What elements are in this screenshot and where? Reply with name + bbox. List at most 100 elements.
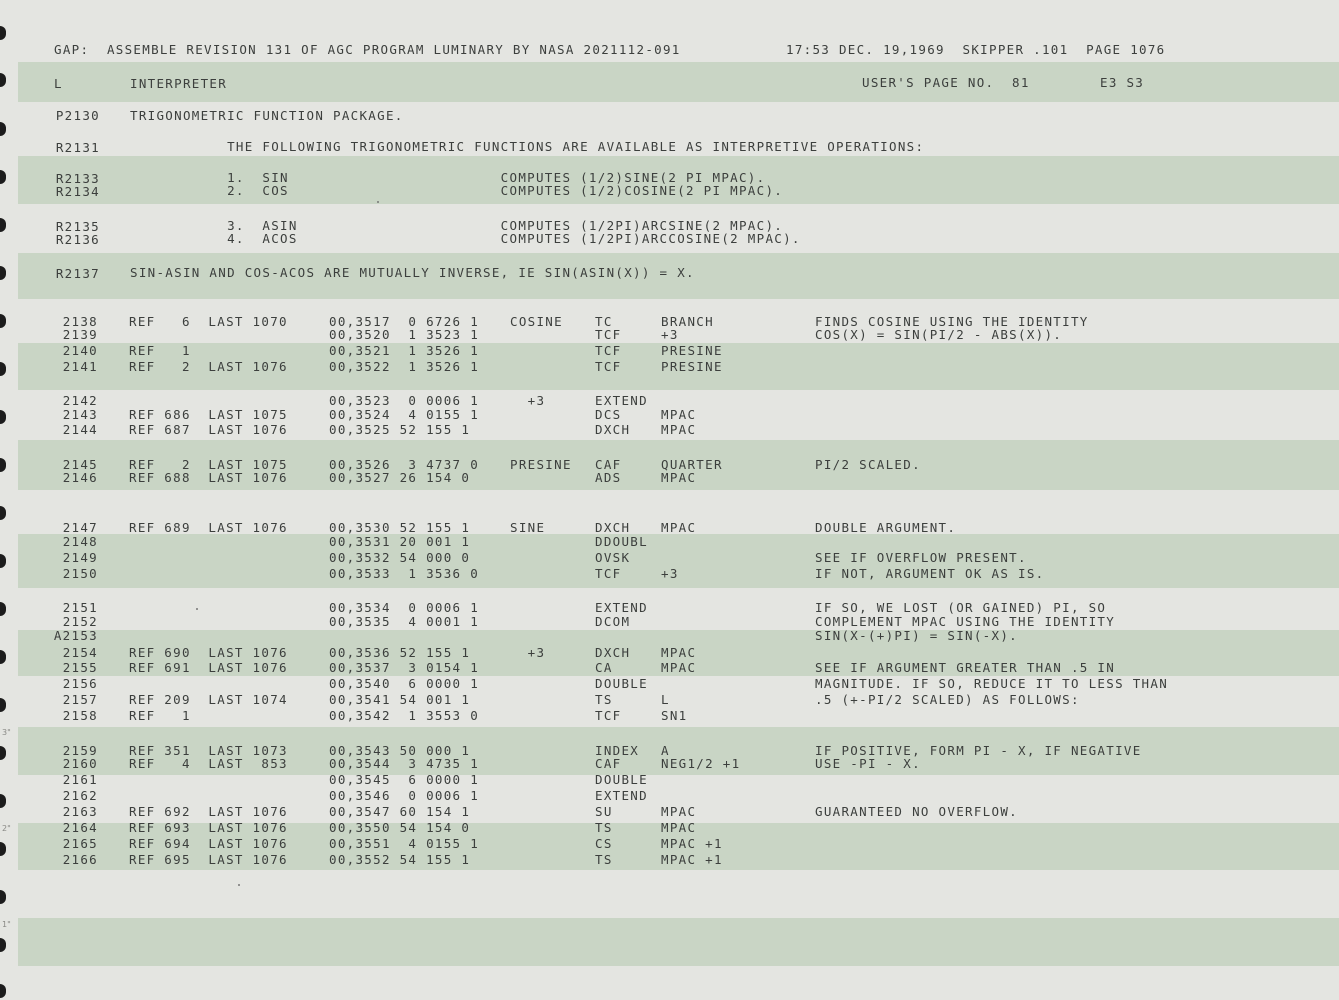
ref-field: REF 2 LAST 1076 [129,359,288,374]
feed-hole [0,73,6,87]
feed-hole [0,650,6,664]
address-field: 00,3534 0 0006 1 [329,600,480,615]
feed-hole [0,842,6,856]
line-number: 2155 [62,660,98,675]
line-number: 2165 [62,836,98,851]
operand-field: MPAC [661,660,697,675]
label-field: PRESINE [510,457,572,472]
smudge-dot [377,201,379,203]
green-bar [18,918,1339,966]
ref-field: REF 6 LAST 1070 [129,314,288,329]
feed-hole [0,362,6,376]
opcode-field: DCS [595,407,622,422]
comment-field: DOUBLE ARGUMENT. [815,520,957,535]
opcode-field: DCOM [595,614,631,629]
feed-hole [0,984,6,998]
opcode-field: DXCH [595,422,631,437]
ref-field: REF 691 LAST 1076 [129,660,288,675]
address-field: 00,3524 4 0155 1 [329,407,480,422]
feed-hole [0,314,6,328]
smudge-dot [238,884,240,886]
line-number: R2134 [55,184,100,199]
header-right: 17:53 DEC. 19,1969 SKIPPER .101 PAGE 107… [786,42,1166,57]
operand-field: MPAC +1 [661,852,723,867]
opcode-field: DDOUBL [595,534,648,549]
address-field: 00,3521 1 3526 1 [329,343,480,358]
opcode-field: TCF [595,708,622,723]
printout-page: 3" 2" 1" GAP: ASSEMBLE REVISION 131 OF A… [0,0,1339,1000]
address-field: 00,3537 3 0154 1 [329,660,480,675]
feed-hole [0,458,6,472]
line-number: 2146 [62,470,98,485]
line-number: 2147 [62,520,98,535]
ruler-mark: 1" [2,920,11,929]
line-number: 2164 [62,820,98,835]
comment-field: COMPLEMENT MPAC USING THE IDENTITY [815,614,1116,629]
line-number: 2150 [62,566,98,581]
line-number: 2162 [62,788,98,803]
line-number: 2154 [62,645,98,660]
label-field: +3 [510,645,546,660]
feed-hole [0,938,6,952]
ref-field: REF 688 LAST 1076 [129,470,288,485]
users-page-number: USER'S PAGE NO. 81 [862,75,1030,90]
address-field: 00,3540 6 0000 1 [329,676,480,691]
line-number: 2140 [62,343,98,358]
line-number: 2166 [62,852,98,867]
opcode-field: TCF [595,327,622,342]
line-number: 2152 [62,614,98,629]
address-field: 00,3525 52 155 1 [329,422,471,437]
line-number: R2137 [55,266,100,281]
comment-field: SIN(X-(+)PI) = SIN(-X). [815,628,1018,643]
section-title: INTERPRETER [130,76,228,91]
opcode-field: ADS [595,470,622,485]
address-field: 00,3532 54 000 0 [329,550,471,565]
opcode-field: DXCH [595,520,631,535]
opcode-field: DXCH [595,645,631,660]
line-number: P2130 [55,108,100,123]
opcode-field: TS [595,692,613,707]
ref-field: REF 687 LAST 1076 [129,422,288,437]
ref-field: REF 689 LAST 1076 [129,520,288,535]
opcode-field: DOUBLE [595,772,648,787]
operand-field: MPAC +1 [661,836,723,851]
operand-field: MPAC [661,820,697,835]
opcode-field: EXTEND [595,788,648,803]
address-field: 00,3551 4 0155 1 [329,836,480,851]
ref-field: REF 1 [129,708,191,723]
ruler-mark: 2" [2,824,11,833]
feed-hole [0,794,6,808]
ref-field: REF 693 LAST 1076 [129,820,288,835]
line-number: 2139 [62,327,98,342]
tractor-feed-holes [0,0,14,1000]
comment-field: IF SO, WE LOST (OR GAINED) PI, SO [815,600,1107,615]
feed-hole [0,698,6,712]
ref-field: REF 692 LAST 1076 [129,804,288,819]
address-field: 00,3547 60 154 1 [329,804,471,819]
line-number: 2141 [62,359,98,374]
line-number: 2158 [62,708,98,723]
feed-hole [0,170,6,184]
comment-field: MAGNITUDE. IF SO, REDUCE IT TO LESS THAN [815,676,1169,691]
opcode-field: TS [595,820,613,835]
operand-field: MPAC [661,407,697,422]
ref-field: REF 4 LAST 853 [129,756,288,771]
line-number: 2161 [62,772,98,787]
comment-text: TRIGONOMETRIC FUNCTION PACKAGE. [130,108,404,123]
address-field: 00,3523 0 0006 1 [329,393,480,408]
operand-field: PRESINE [661,343,723,358]
operand-field: MPAC [661,520,697,535]
address-field: 00,3530 52 155 1 [329,520,471,535]
comment-field: SEE IF ARGUMENT GREATER THAN .5 IN [815,660,1116,675]
line-number: A2153 [53,628,98,643]
comment-field: COS(X) = SIN(PI/2 - ABS(X)). [815,327,1063,342]
comment-field: IF NOT, ARGUMENT OK AS IS. [815,566,1045,581]
feed-hole [0,410,6,424]
address-field: 00,3520 1 3523 1 [329,327,480,342]
ref-field: REF 694 LAST 1076 [129,836,288,851]
ref-field: REF 1 [129,343,191,358]
comment-text: SIN-ASIN AND COS-ACOS ARE MUTUALLY INVER… [130,265,695,280]
line-number: 2143 [62,407,98,422]
operand-field: PRESINE [661,359,723,374]
address-field: 00,3522 1 3526 1 [329,359,480,374]
